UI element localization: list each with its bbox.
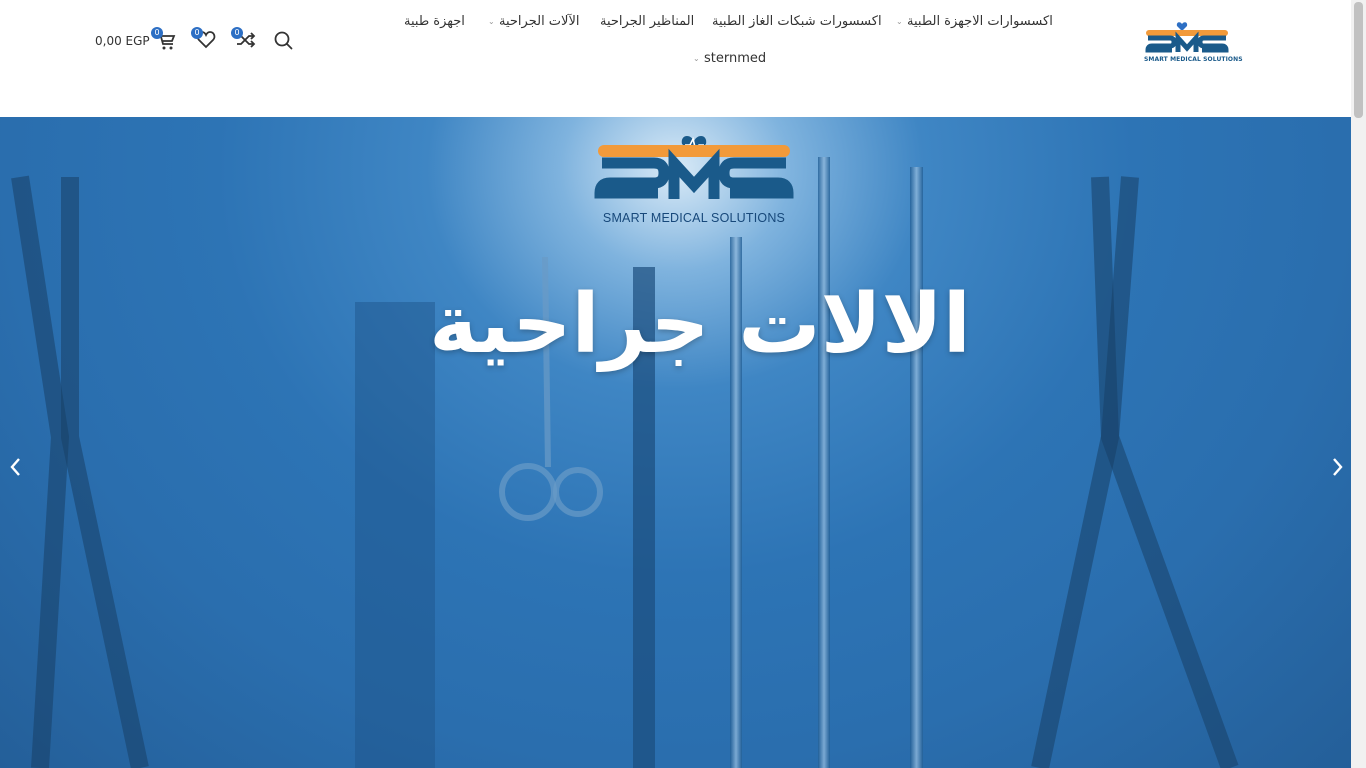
cart-total[interactable]: 0,00 EGP [95,34,150,48]
hero-slider: SMART MEDICAL SOLUTIONS الالات جراحية [0,117,1351,768]
cart-button[interactable]: 0 [151,27,179,53]
chevron-left-icon [10,458,20,476]
nav-item-surgical-endoscopes[interactable]: المناظير الجراحية [600,14,694,29]
hero-logo-text: SMART MEDICAL SOLUTIONS [602,211,786,225]
chevron-down-icon: ⌄ [488,17,495,26]
slider-prev-button[interactable] [4,447,28,487]
scrollbar-thumb[interactable] [1354,2,1363,118]
wishlist-count-badge: 0 [191,27,203,39]
nav-item-sternmed[interactable]: sternmed [704,51,766,66]
search-button[interactable] [272,29,296,53]
site-logo[interactable]: SMART MEDICAL SOLUTIONS [1144,20,1243,66]
hero-title: الالات جراحية [429,277,971,372]
site-header: SMART MEDICAL SOLUTIONS اكسسوارات الاجهز… [0,0,1351,117]
wishlist-button[interactable]: 0 [191,27,219,53]
nav-item-medical-gas-accessories[interactable]: اكسسورات شبكات الغاز الطبية [712,14,882,29]
cart-count-badge: 0 [151,27,163,39]
hero-logo: SMART MEDICAL SOLUTIONS [592,129,796,229]
chevron-right-icon [1333,458,1343,476]
chevron-down-icon: ⌄ [896,17,903,26]
slider-next-button[interactable] [1325,447,1349,487]
page-scrollbar[interactable] [1351,0,1366,768]
nav-item-surgical-instruments[interactable]: الآلات الجراحية [499,14,580,29]
search-icon [274,31,293,50]
compare-button[interactable]: 0 [231,27,259,53]
sms-logo-icon [1145,22,1229,53]
nav-item-medical-device-accessories[interactable]: اكسسوارات الاجهزة الطبية [907,14,1053,29]
nav-item-medical-devices[interactable]: اجهزة طبية [404,14,465,29]
compare-count-badge: 0 [231,27,243,39]
logo-text: SMART MEDICAL SOLUTIONS [1144,56,1243,63]
sms-logo-icon [594,135,794,199]
chevron-down-icon: ⌄ [693,54,700,63]
